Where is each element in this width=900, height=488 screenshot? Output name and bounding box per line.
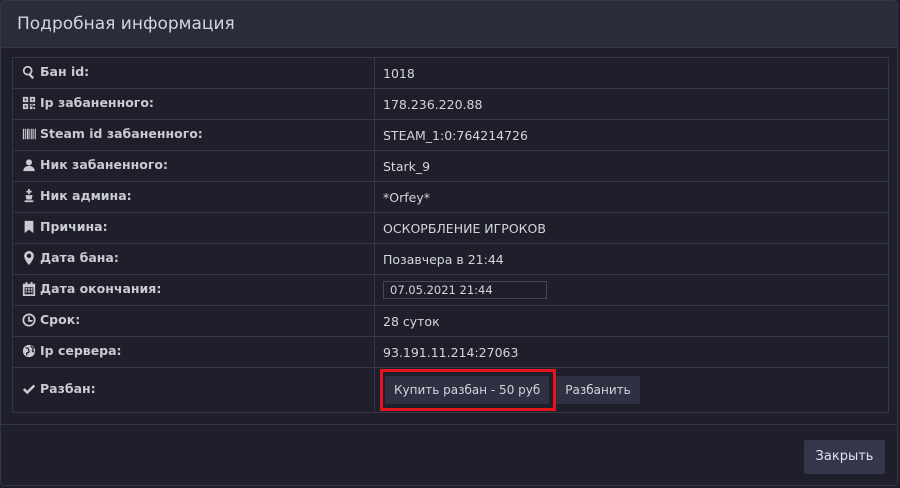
checkmark-icon: [21, 381, 36, 396]
row-value: 93.191.11.214:27063: [374, 336, 889, 368]
calendar-icon: [21, 281, 36, 296]
highlight-box: Купить разбан - 50 руб: [380, 369, 557, 411]
row-label: Разбан:: [40, 381, 96, 397]
row-value: 1018: [374, 57, 889, 89]
search-icon: [21, 64, 36, 79]
ban-info-table: Бан id: 1018 Ip забаненного: 178.236.220…: [12, 57, 889, 413]
row-value: 178.236.220.88: [374, 88, 889, 120]
row-value: Stark_9: [374, 150, 889, 182]
table-row: Ip забаненного: 178.236.220.88: [12, 88, 889, 120]
table-row: Срок: 28 суток: [12, 305, 889, 337]
unban-button[interactable]: Разбанить: [556, 376, 640, 404]
globe-icon: [21, 343, 36, 358]
barcode-icon: [21, 126, 36, 141]
row-label: Бан id:: [40, 64, 90, 80]
modal-body: Бан id: 1018 Ip забаненного: 178.236.220…: [1, 48, 897, 413]
modal-header: Подробная информация: [1, 1, 897, 48]
buy-unban-button[interactable]: Купить разбан - 50 руб: [385, 376, 550, 404]
row-label: Дата бана:: [40, 250, 119, 266]
chess-king-icon: [21, 188, 36, 203]
row-value: *Orfey*: [374, 181, 889, 213]
close-button[interactable]: Закрыть: [804, 440, 885, 474]
table-row: Ник забаненного: Stark_9: [12, 150, 889, 182]
table-row: Steam id забаненного: STEAM_1:0:76421472…: [12, 119, 889, 151]
row-value: ОСКОРБЛЕНИЕ ИГРОКОВ: [374, 212, 889, 244]
row-label: Срок:: [40, 312, 81, 328]
row-label: Причина:: [40, 219, 108, 235]
bookmark-icon: [21, 219, 36, 234]
user-icon: [21, 157, 36, 172]
footer-divider: [1, 424, 897, 425]
row-label: Дата окончания:: [40, 281, 162, 297]
row-value: Позавчера в 21:44: [374, 243, 889, 275]
row-value: STEAM_1:0:764214726: [374, 119, 889, 151]
map-marker-icon: [21, 250, 36, 265]
ban-details-modal: Подробная информация Бан id: 1018 Ip заб…: [0, 0, 898, 486]
end-date-field[interactable]: 07.05.2021 21:44: [383, 281, 547, 299]
table-row: Бан id: 1018: [12, 57, 889, 89]
table-row: Причина: ОСКОРБЛЕНИЕ ИГРОКОВ: [12, 212, 889, 244]
table-row: Дата бана: Позавчера в 21:44: [12, 243, 889, 275]
unban-actions: Купить разбан - 50 руб Разбанить: [380, 369, 880, 411]
clock-icon: [21, 312, 36, 327]
table-row: Ник админа: *Orfey*: [12, 181, 889, 213]
row-label: Ник забаненного:: [40, 157, 169, 173]
row-label: Ip сервера:: [40, 343, 122, 359]
row-value: 28 суток: [374, 305, 889, 337]
modal-title: Подробная информация: [17, 14, 235, 34]
table-row: Дата окончания: 07.05.2021 21:44: [12, 274, 889, 306]
row-label: Ip забаненного:: [40, 95, 154, 111]
row-label: Steam id забаненного:: [40, 126, 203, 142]
row-label: Ник админа:: [40, 188, 132, 204]
table-row: Ip сервера: 93.191.11.214:27063: [12, 336, 889, 368]
qr-code-icon: [21, 95, 36, 110]
table-row: Разбан: Купить разбан - 50 руб Разбанить: [12, 367, 889, 413]
